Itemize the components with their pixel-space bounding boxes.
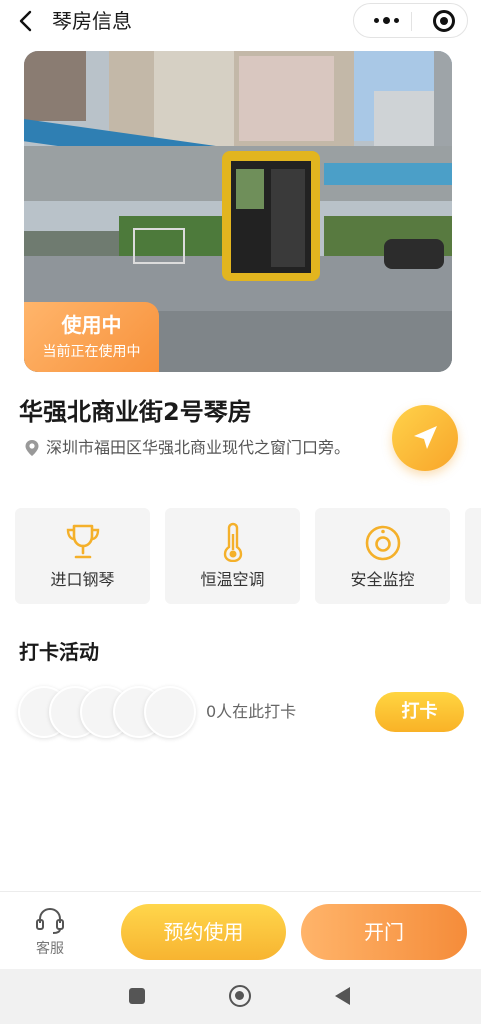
capsule-divider (411, 12, 412, 31)
book-button[interactable]: 预约使用 (121, 904, 286, 960)
usage-status-badge: 使用中 当前正在使用中 (24, 302, 159, 372)
more-dots-icon[interactable] (366, 4, 406, 37)
system-nav-bar (0, 969, 481, 1024)
camera-icon (365, 525, 401, 561)
customer-service-button[interactable]: 客服 (26, 906, 74, 957)
feature-label: 进口钢琴 (50, 570, 115, 589)
checkin-section-title: 打卡活动 (19, 640, 99, 664)
chevron-left-icon[interactable] (14, 8, 40, 34)
system-back-icon[interactable] (335, 987, 350, 1005)
bottom-action-bar: 客服 预约使用 开门 (0, 891, 481, 969)
trophy-icon (66, 524, 100, 559)
top-nav-bar: 琴房信息 (0, 0, 481, 44)
feature-card-monitor: 安全监控 (315, 508, 450, 604)
navigate-button[interactable] (392, 405, 458, 471)
feature-card-more (465, 508, 481, 604)
address-text: 深圳市福田区华强北商业现代之窗门口旁。 (46, 438, 351, 457)
room-name: 华强北商业街2号琴房 (19, 398, 252, 426)
mini-program-capsule (353, 3, 468, 38)
feature-card-piano: 进口钢琴 (15, 508, 150, 604)
navigation-arrow-icon (414, 426, 437, 449)
feature-label: 安全监控 (350, 570, 415, 589)
status-subtitle: 当前正在使用中 (42, 344, 141, 360)
checkin-button[interactable]: 打卡 (375, 692, 464, 732)
mini-program-close-icon[interactable] (433, 10, 455, 32)
room-address: 深圳市福田区华强北商业现代之窗门口旁。 (24, 436, 364, 460)
headset-icon (36, 907, 64, 934)
avatar (144, 686, 196, 738)
open-door-button[interactable]: 开门 (301, 904, 467, 960)
service-label: 客服 (36, 941, 64, 957)
location-pin-icon (25, 440, 39, 456)
feature-label: 恒温空调 (200, 570, 265, 589)
checkin-avatars (18, 686, 198, 738)
thermometer-icon (223, 522, 243, 562)
feature-card-aircon: 恒温空调 (165, 508, 300, 604)
checkin-count: 0人在此打卡 (206, 702, 297, 721)
room-photo: 使用中 当前正在使用中 (24, 51, 452, 372)
recent-apps-icon[interactable] (129, 988, 145, 1004)
status-title: 使用中 (61, 313, 122, 337)
home-icon[interactable] (229, 985, 251, 1007)
page-title: 琴房信息 (52, 9, 132, 33)
feature-list: 进口钢琴 恒温空调 安全监控 (15, 508, 481, 604)
